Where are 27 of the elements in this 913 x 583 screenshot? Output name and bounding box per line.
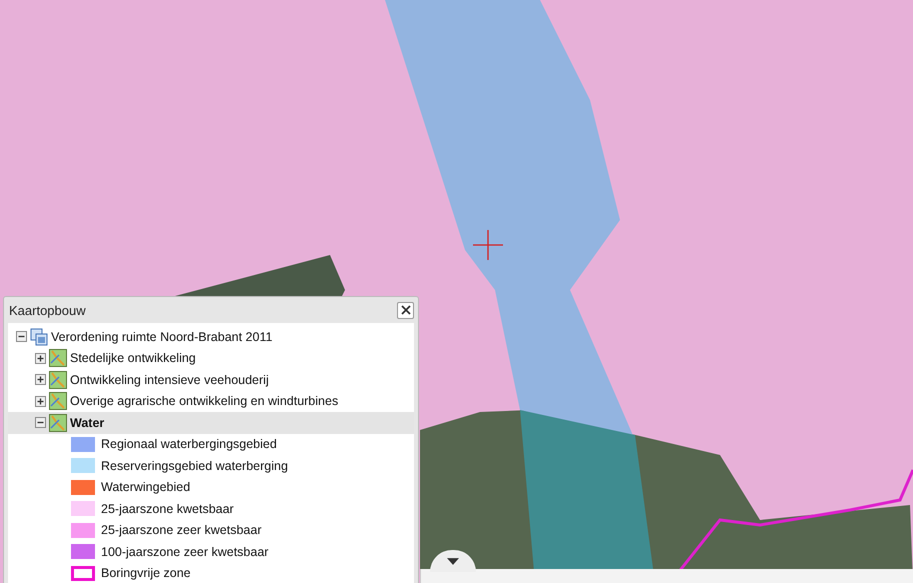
legend-label: Reserveringsgebied waterberging bbox=[101, 458, 288, 473]
expand-toggle-icon[interactable] bbox=[35, 417, 46, 428]
panel-title: Kaartopbouw bbox=[8, 302, 86, 318]
legend-label: Boringvrije zone bbox=[101, 566, 191, 580]
expand-toggle-icon[interactable] bbox=[35, 352, 46, 364]
tree-row[interactable]: Ontwikkeling intensieve veehouderij bbox=[8, 369, 414, 390]
stacked-windows-icon bbox=[30, 328, 48, 346]
close-icon bbox=[400, 305, 410, 315]
map-layer-icon bbox=[49, 349, 67, 368]
legend-label: Waterwingebied bbox=[101, 480, 190, 494]
legend-label: Regionaal waterbergingsgebied bbox=[101, 437, 277, 452]
tree-row[interactable]: Overige agrarische ontwikkeling en windturbines bbox=[8, 390, 414, 412]
expand-toggle-icon[interactable] bbox=[35, 374, 46, 386]
legend-label: 100-jaarszone zeer kwetsbaar bbox=[101, 544, 268, 559]
expand-toggle-icon[interactable] bbox=[16, 331, 27, 342]
caret-icon bbox=[447, 558, 459, 564]
legend-label: 25-jaarszone kwetsbaar bbox=[101, 502, 234, 516]
tree-row[interactable]: Verordening ruimte Noord-Brabant 2011 bbox=[8, 326, 414, 348]
map-layer-icon bbox=[49, 370, 67, 389]
map-layer-icon bbox=[49, 414, 67, 432]
close-button[interactable] bbox=[397, 302, 414, 318]
map-layer-icon bbox=[49, 392, 67, 410]
crosshair-icon bbox=[473, 230, 503, 260]
expand-toggle-icon[interactable] bbox=[35, 396, 46, 407]
tree-row[interactable]: Stedelijke ontwikkeling bbox=[8, 348, 414, 369]
tree-row[interactable]: Water bbox=[8, 412, 414, 434]
legend-label: 25-jaarszone zeer kwetsbaar bbox=[101, 523, 262, 538]
